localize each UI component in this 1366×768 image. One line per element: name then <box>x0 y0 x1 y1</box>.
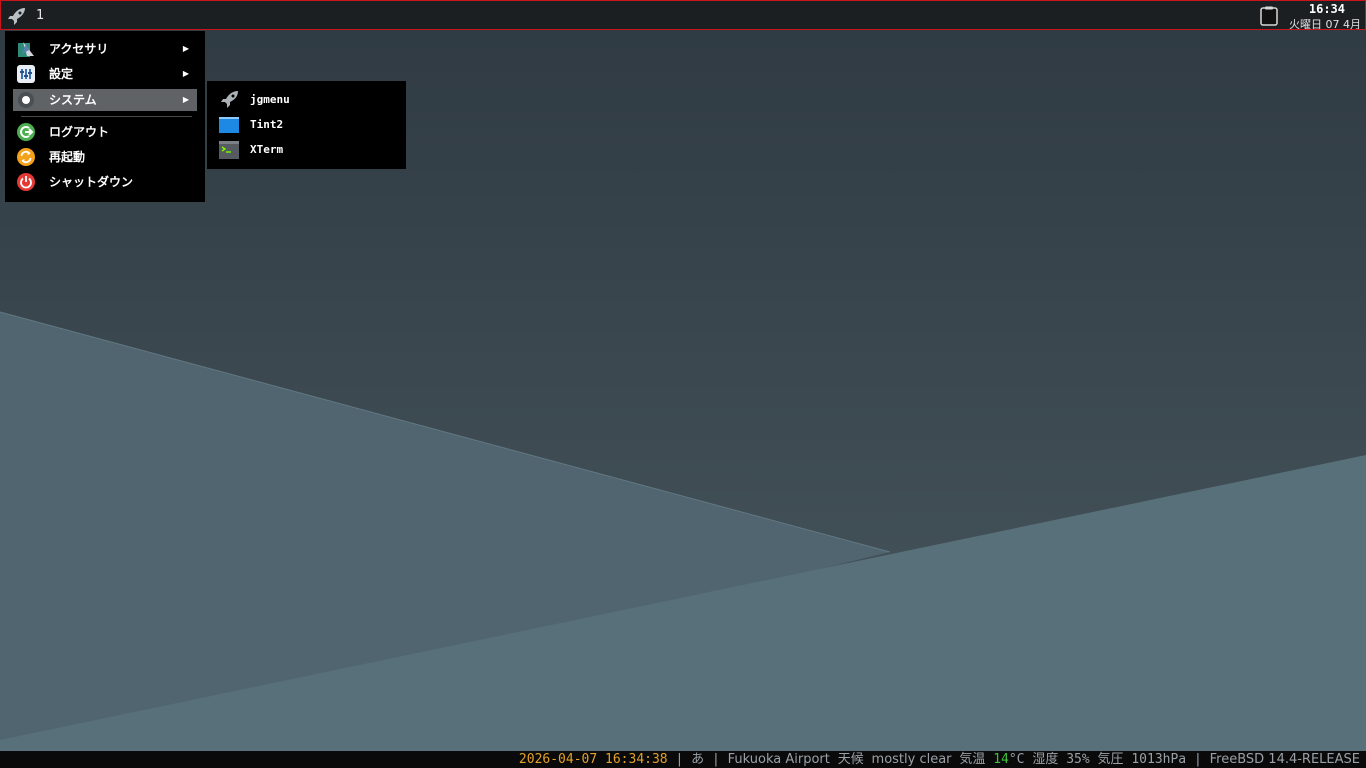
menu-item-label: システム <box>49 93 97 107</box>
menu-item-label: ログアウト <box>49 125 110 139</box>
submenu-item-label: Tint2 <box>250 118 284 131</box>
submenu-arrow-icon: ▶ <box>182 95 189 104</box>
status-pressure: 1013hPa <box>1131 752 1187 767</box>
settings-icon <box>17 65 35 83</box>
submenu-item-jgmenu[interactable]: jgmenu <box>215 89 399 111</box>
submenu-item-tint2[interactable]: Tint2 <box>215 114 399 136</box>
submenu-arrow-icon: ▶ <box>182 44 189 53</box>
status-pressure-label: 気圧 <box>1097 752 1124 767</box>
menu-item-shutdown[interactable]: シャットダウン <box>13 171 197 193</box>
status-separator: | <box>1193 752 1202 767</box>
rocket-icon <box>219 90 239 110</box>
system-submenu: jgmenu Tint2 XTerm <box>207 81 406 169</box>
main-menu: アクセサリ ▶ 設定 ▶ システム ▶ ログアウト 再起動 シャットダウン <box>5 31 205 202</box>
submenu-item-xterm[interactable]: XTerm <box>215 139 399 161</box>
clipboard-icon[interactable] <box>1259 6 1279 26</box>
status-separator: | <box>675 752 684 767</box>
menu-item-label: アクセサリ <box>49 42 109 56</box>
submenu-item-label: XTerm <box>250 143 284 156</box>
submenu-arrow-icon: ▶ <box>182 69 189 78</box>
clock-time[interactable]: 16:34 <box>1309 2 1345 16</box>
status-separator: | <box>711 752 720 767</box>
restart-icon <box>17 148 35 166</box>
terminal-icon <box>219 140 239 160</box>
menu-item-label: シャットダウン <box>49 175 134 189</box>
menu-item-label: 再起動 <box>49 150 86 164</box>
clock-date: 火曜日 07 4月 <box>1289 18 1361 29</box>
shutdown-icon <box>17 173 35 191</box>
status-datetime: 2026-04-07 16:34:38 <box>518 752 668 767</box>
logout-icon <box>17 123 35 141</box>
submenu-item-label: jgmenu <box>250 93 290 106</box>
status-line: 2026-04-07 16:34:38 | あ | Fukuoka Airpor… <box>519 751 1360 768</box>
desktop-number[interactable]: 1 <box>36 8 44 23</box>
status-temp-unit: °C <box>1008 752 1025 767</box>
status-ime[interactable]: あ <box>691 752 704 767</box>
status-bar: 2026-04-07 16:34:38 | あ | Fukuoka Airpor… <box>0 751 1366 768</box>
menu-item-logout[interactable]: ログアウト <box>13 121 197 143</box>
status-weather-label: 天候 <box>837 752 864 767</box>
rocket-icon[interactable] <box>7 7 27 25</box>
menu-item-settings[interactable]: 設定 ▶ <box>13 63 197 85</box>
menu-item-accessories[interactable]: アクセサリ ▶ <box>13 38 197 60</box>
menu-separator <box>21 116 192 117</box>
system-icon <box>17 91 35 109</box>
menu-item-label: 設定 <box>49 67 74 81</box>
menu-item-system[interactable]: システム ▶ <box>13 89 197 111</box>
menu-item-restart[interactable]: 再起動 <box>13 146 197 168</box>
status-location: Fukuoka Airport <box>727 752 830 767</box>
top-panel: 1 16:34 火曜日 07 4月 <box>0 0 1366 30</box>
tint2-icon <box>219 115 239 135</box>
status-weather: mostly clear <box>871 752 952 767</box>
accessories-icon <box>17 40 35 58</box>
status-temp-value: 14 <box>993 752 1009 767</box>
status-humidity-label: 湿度 <box>1032 752 1059 767</box>
status-os: FreeBSD 14.4-RELEASE <box>1209 752 1360 767</box>
status-humidity: 35% <box>1066 752 1090 767</box>
status-temp-label: 気温 <box>959 752 986 767</box>
